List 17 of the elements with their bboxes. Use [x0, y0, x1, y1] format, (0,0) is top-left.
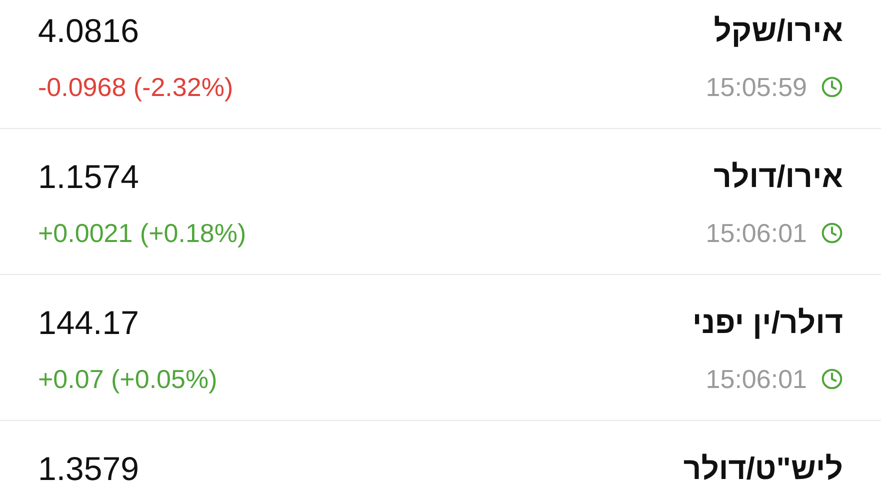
clock-icon: [821, 368, 843, 390]
currency-pair: ליש"ט/דולר: [683, 450, 843, 488]
clock-icon: [821, 222, 843, 244]
rate-change: +0.0021 (+0.18%): [38, 217, 246, 250]
rate-price: 144.17: [38, 303, 139, 343]
update-time: 15:06:01: [706, 217, 807, 250]
clock-icon: [821, 76, 843, 98]
currency-pair: דולר/ין יפני: [692, 304, 843, 342]
rate-change: +0.07 (+0.05%): [38, 363, 218, 396]
rate-price: 4.0816: [38, 11, 139, 51]
rate-price: 1.3579: [38, 449, 139, 489]
update-time: 15:06:01: [706, 363, 807, 396]
rate-price: 1.1574: [38, 157, 139, 197]
update-time: 15:05:59: [706, 71, 807, 104]
rate-change: -0.0968 (-2.32%): [38, 71, 234, 104]
currency-pair: אירו/דולר: [714, 158, 843, 196]
currency-pair: אירו/שקל: [714, 12, 843, 50]
